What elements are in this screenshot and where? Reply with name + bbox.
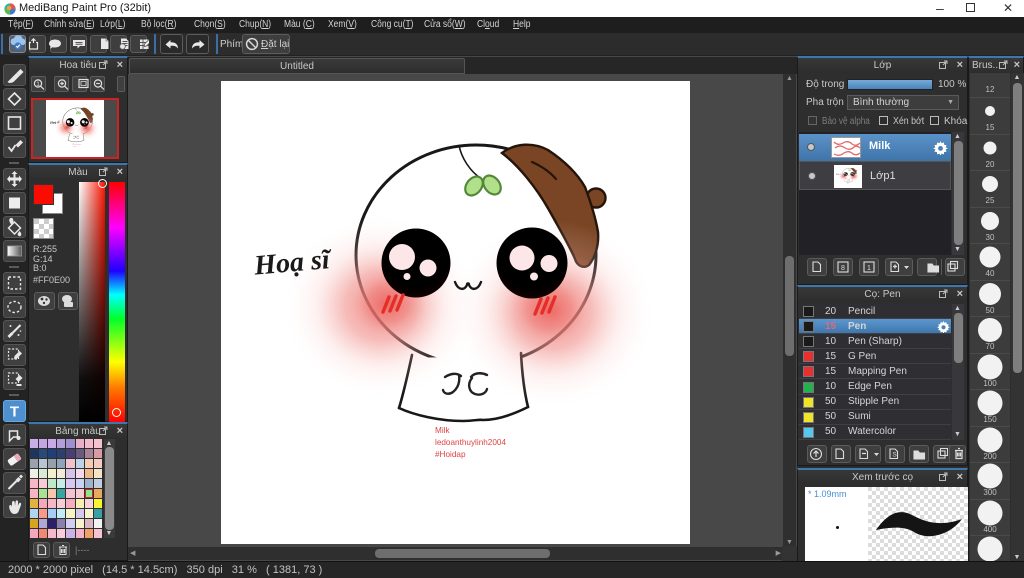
svg-text:8: 8 bbox=[841, 265, 845, 272]
svg-text:1: 1 bbox=[867, 265, 871, 272]
svg-text:S: S bbox=[892, 452, 897, 459]
svg-text:T: T bbox=[10, 404, 19, 421]
svg-text:1: 1 bbox=[36, 81, 40, 88]
